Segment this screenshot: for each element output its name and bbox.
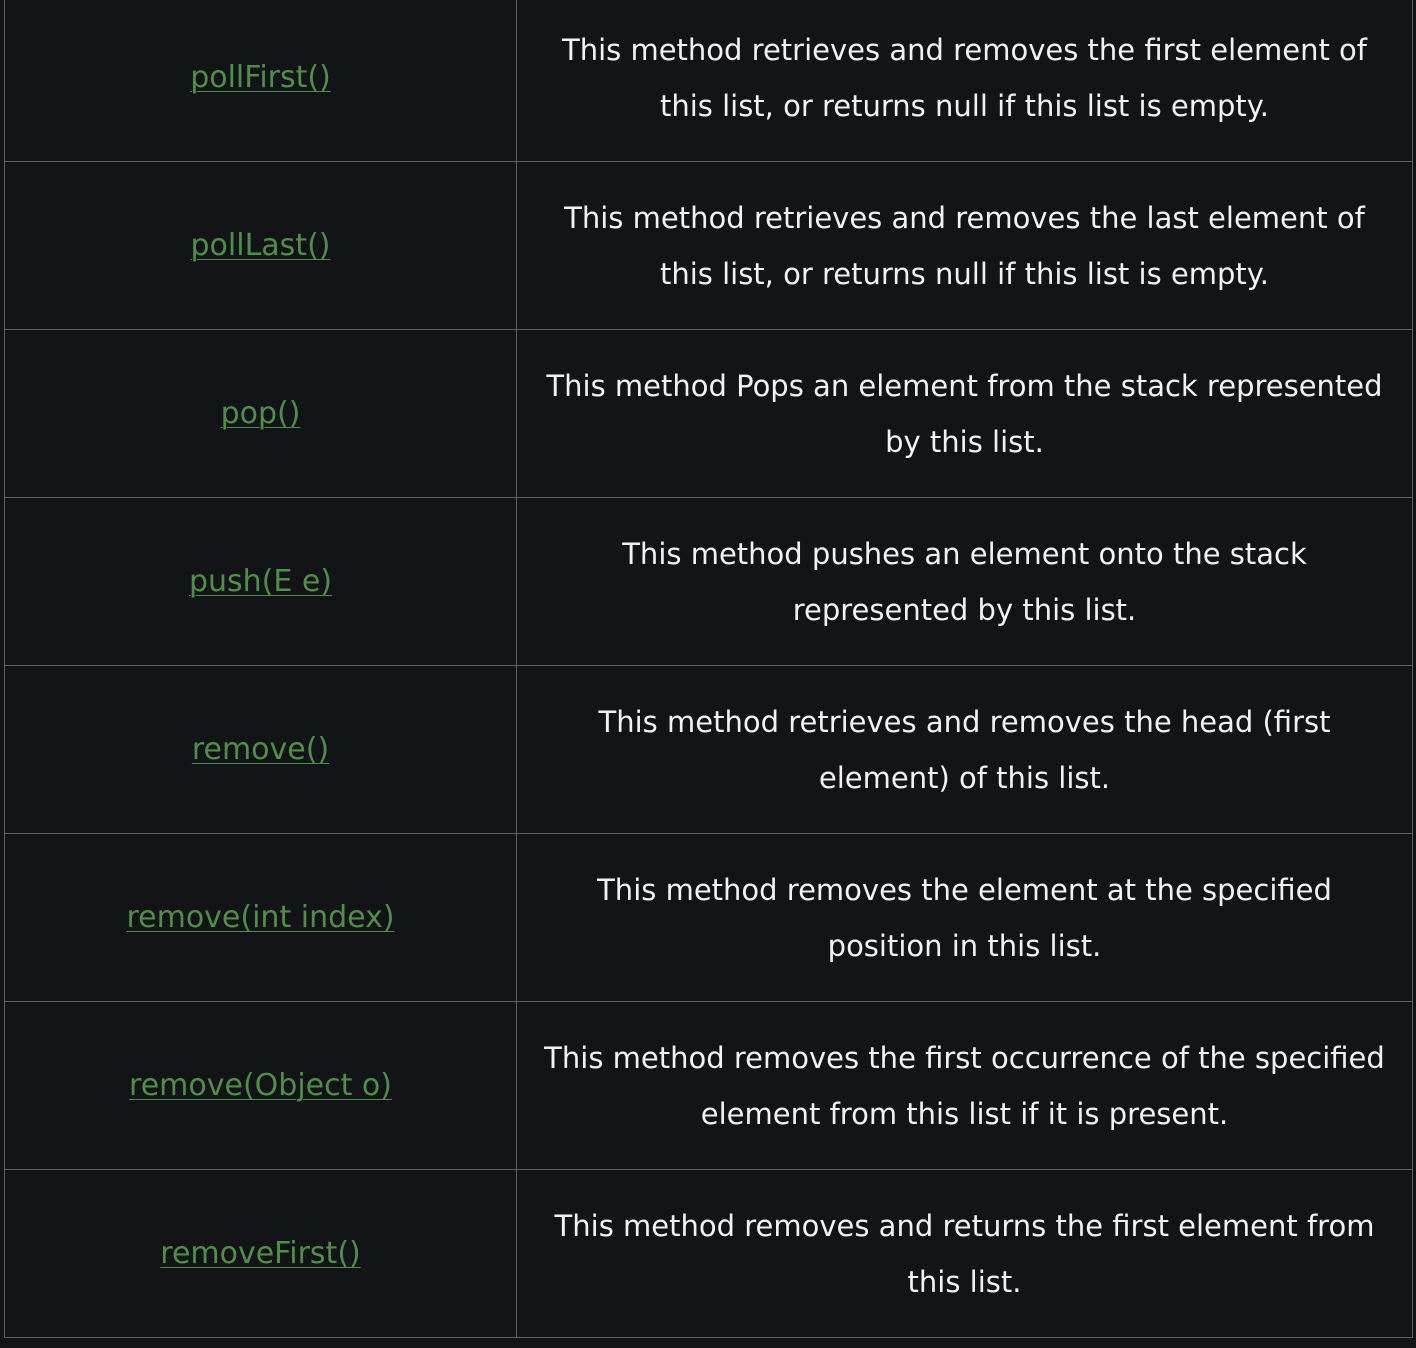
methods-table-container: pollFirst() This method retrieves and re… [4, 0, 1413, 1338]
description-cell: This method pushes an element onto the s… [516, 497, 1413, 666]
description-cell: This method Pops an element from the sta… [516, 329, 1413, 498]
method-cell: pollFirst() [4, 0, 517, 162]
methods-table: pollFirst() This method retrieves and re… [4, 0, 1413, 1338]
table-row: remove() This method retrieves and remov… [4, 665, 1413, 834]
method-cell: pop() [4, 329, 517, 498]
method-link-pollfirst[interactable]: pollFirst() [190, 60, 331, 95]
description-cell: This method removes and returns the firs… [516, 1169, 1413, 1338]
description-cell: This method retrieves and removes the fi… [516, 0, 1413, 162]
description-cell: This method retrieves and removes the he… [516, 665, 1413, 834]
table-row: removeFirst() This method removes and re… [4, 1169, 1413, 1338]
table-row: push(E e) This method pushes an element … [4, 497, 1413, 666]
description-cell: This method removes the element at the s… [516, 833, 1413, 1002]
table-row: pollLast() This method retrieves and rem… [4, 161, 1413, 330]
method-cell: removeFirst() [4, 1169, 517, 1338]
method-cell: remove() [4, 665, 517, 834]
method-link-polllast[interactable]: pollLast() [191, 228, 331, 263]
method-cell: pollLast() [4, 161, 517, 330]
method-link-removefirst[interactable]: removeFirst() [160, 1236, 360, 1271]
description-cell: This method removes the first occurrence… [516, 1001, 1413, 1170]
table-row: remove(Object o) This method removes the… [4, 1001, 1413, 1170]
table-row: pollFirst() This method retrieves and re… [4, 0, 1413, 162]
table-row: pop() This method Pops an element from t… [4, 329, 1413, 498]
method-cell: push(E e) [4, 497, 517, 666]
method-link-remove[interactable]: remove() [192, 732, 329, 767]
method-link-remove-int-index[interactable]: remove(int index) [126, 900, 394, 935]
table-row: remove(int index) This method removes th… [4, 833, 1413, 1002]
method-cell: remove(Object o) [4, 1001, 517, 1170]
method-cell: remove(int index) [4, 833, 517, 1002]
method-link-pop[interactable]: pop() [221, 396, 301, 431]
method-link-push[interactable]: push(E e) [189, 564, 332, 599]
method-link-remove-object[interactable]: remove(Object o) [129, 1068, 392, 1103]
description-cell: This method retrieves and removes the la… [516, 161, 1413, 330]
